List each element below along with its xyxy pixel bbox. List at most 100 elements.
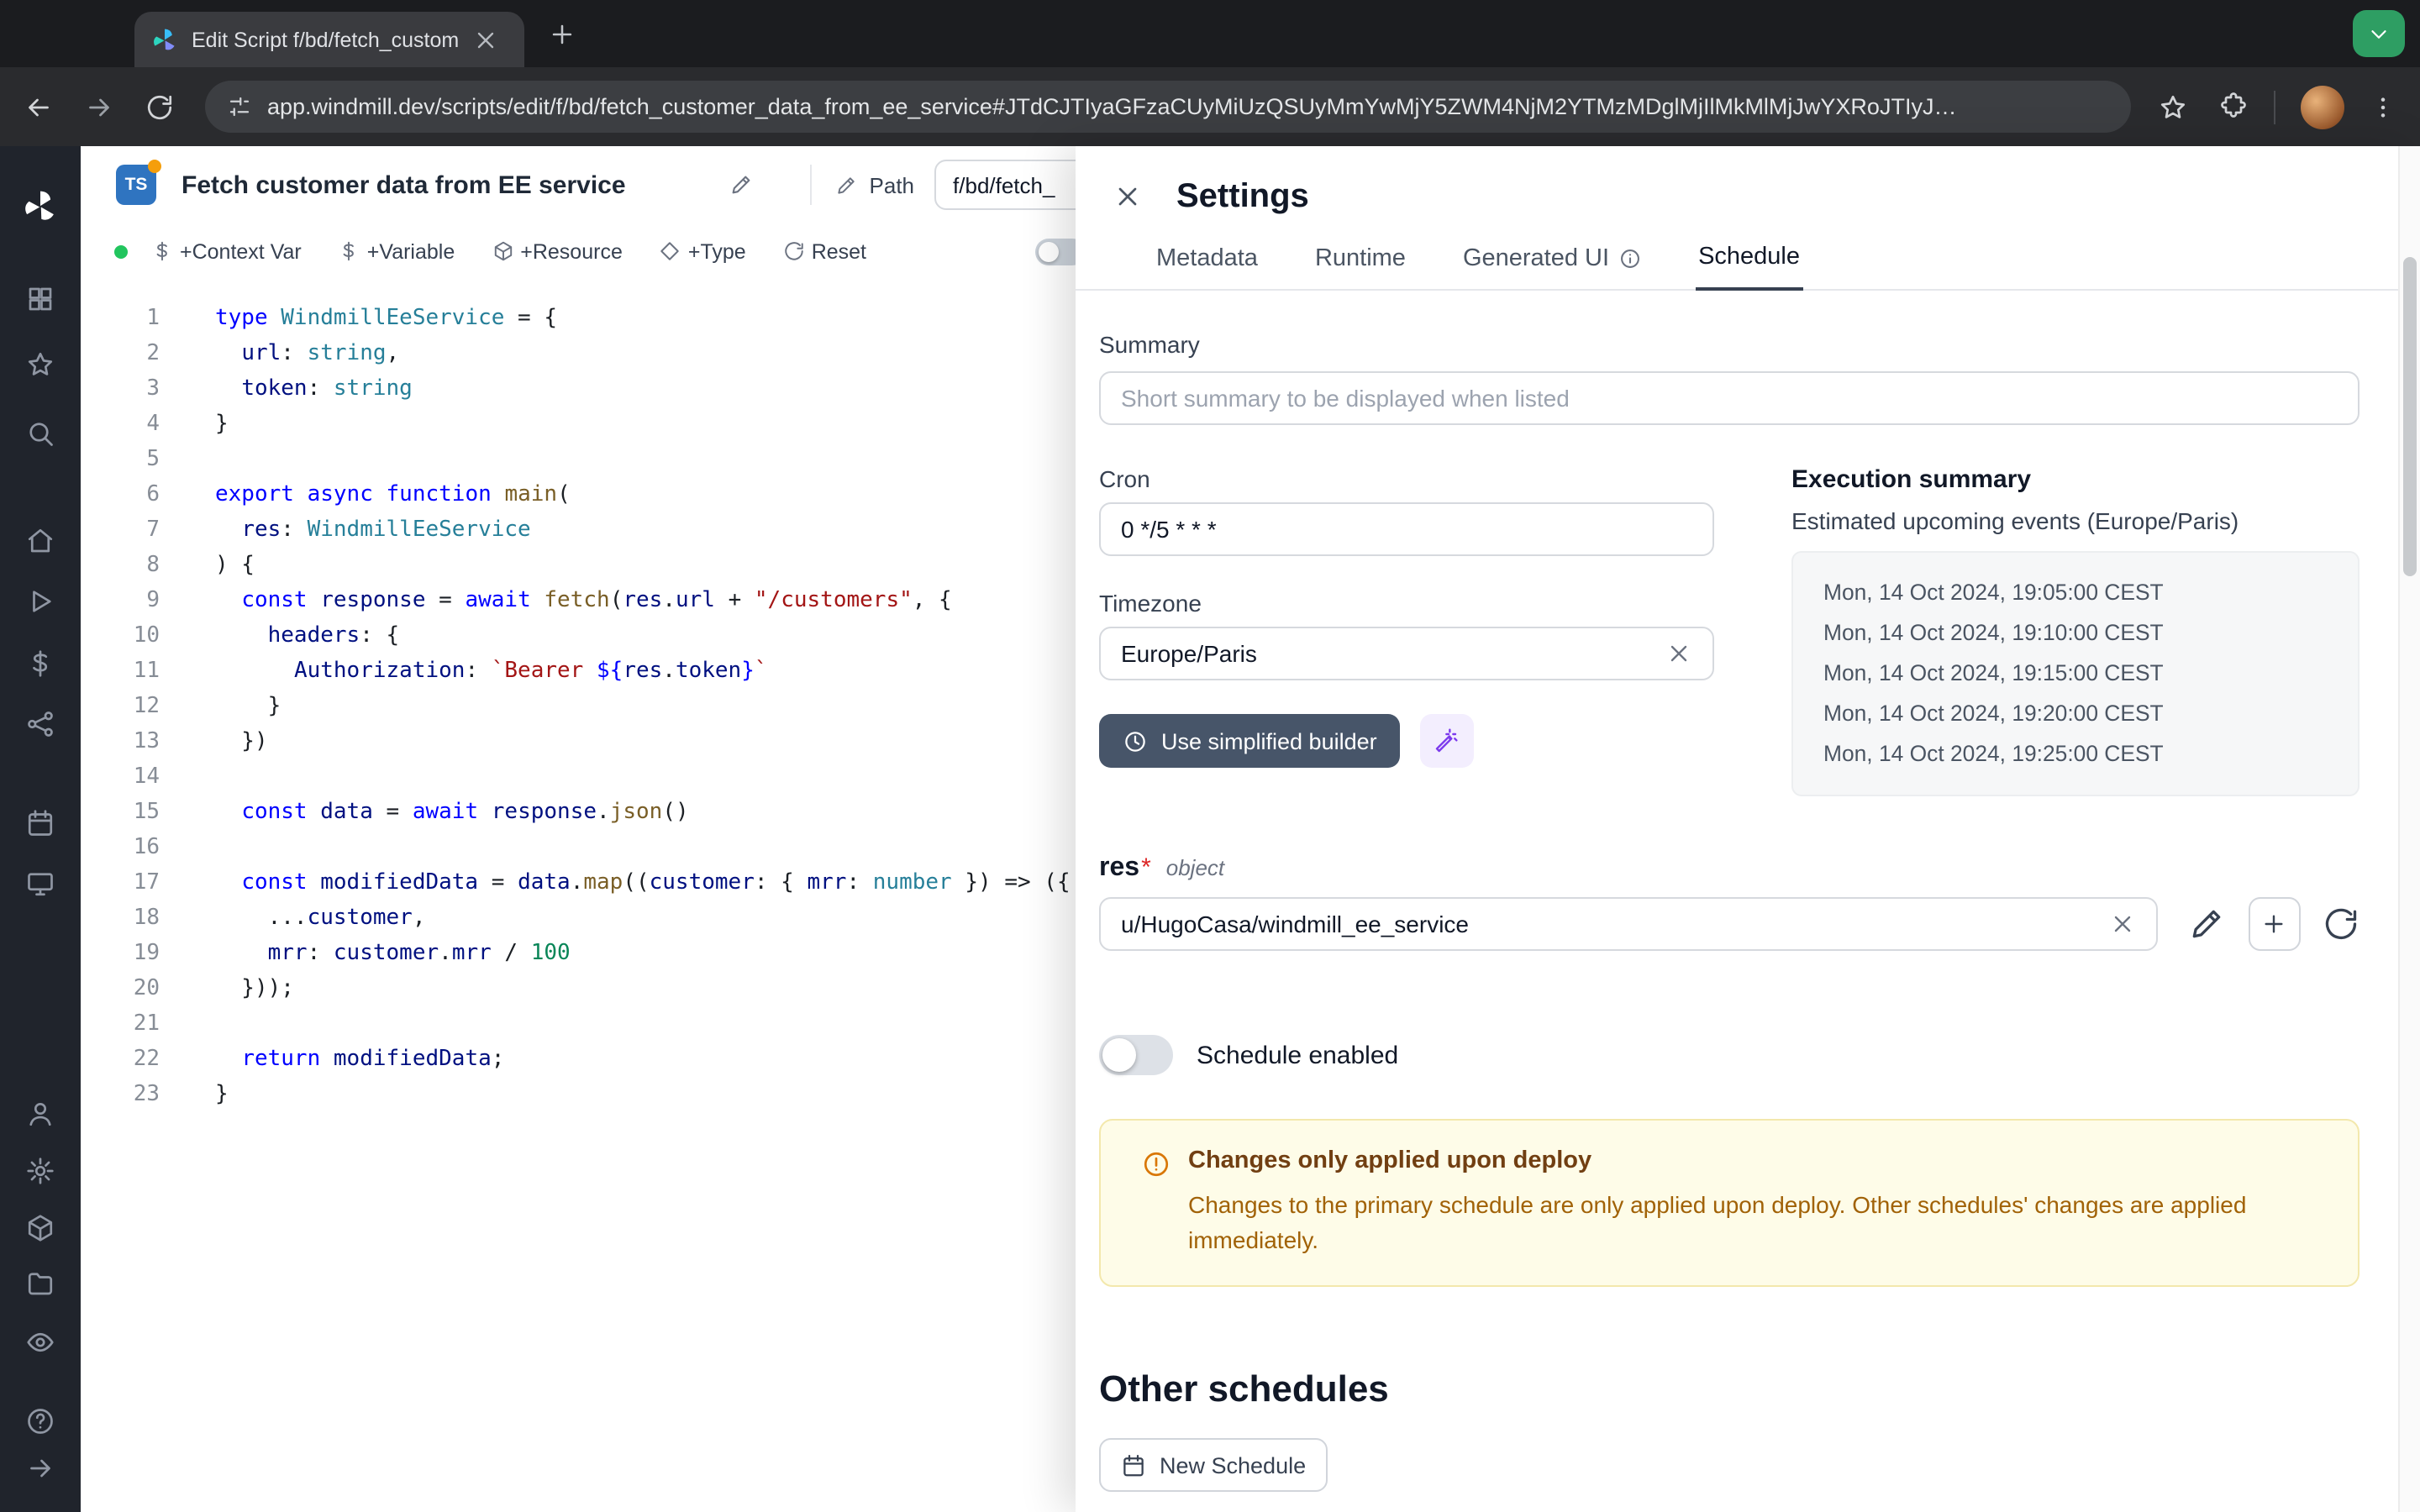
box-icon <box>492 240 513 262</box>
line-number: 10 <box>81 618 160 654</box>
url-text: app.windmill.dev/scripts/edit/f/bd/fetch… <box>267 94 1956 119</box>
editor-toolbar-items: +Context Var +Variable +Resource +Type <box>151 239 783 263</box>
pencil-icon <box>836 174 858 196</box>
reset-button[interactable]: Reset <box>783 239 866 263</box>
schedules-icon[interactable] <box>25 808 55 838</box>
line-number: 17 <box>81 865 160 900</box>
typescript-badge: TS <box>116 165 156 205</box>
site-info-icon[interactable] <box>227 94 252 119</box>
diamond-icon <box>660 240 681 262</box>
variables-icon[interactable] <box>25 648 55 679</box>
tab-close-icon[interactable] <box>472 26 499 53</box>
toolbar-divider <box>2274 90 2275 123</box>
windmill-favicon <box>151 26 178 53</box>
apps-icon[interactable] <box>25 284 55 314</box>
tab-runtime[interactable]: Runtime <box>1312 234 1409 289</box>
settings-header: Settings <box>1076 146 2420 220</box>
add-resource-button[interactable] <box>2248 897 2301 951</box>
simplified-builder-button[interactable]: Use simplified builder <box>1099 714 1401 768</box>
res-field-row: u/HugoCasa/windmill_ee_service <box>1099 897 2360 951</box>
tab-title: Edit Script f/bd/fetch_custom <box>192 28 459 51</box>
workspace-settings-icon[interactable] <box>25 1156 55 1186</box>
browser-tab[interactable]: Edit Script f/bd/fetch_custom <box>134 12 524 67</box>
res-field-type: object <box>1166 855 1224 880</box>
tab-schedule[interactable]: Schedule <box>1695 234 1803 291</box>
execution-summary-title: Execution summary <box>1791 465 2360 494</box>
line-number: 13 <box>81 724 160 759</box>
workspace-icon[interactable] <box>25 1213 55 1243</box>
summary-input[interactable]: Short summary to be displayed when liste… <box>1099 371 2360 425</box>
reload-button[interactable] <box>145 92 175 122</box>
extensions-icon[interactable] <box>2218 92 2249 122</box>
back-button[interactable] <box>24 92 54 122</box>
help-icon[interactable] <box>25 1406 55 1436</box>
line-number: 23 <box>81 1077 160 1112</box>
refresh-resource-button[interactable] <box>2323 906 2360 942</box>
add-resource-button[interactable]: +Resource <box>492 239 623 263</box>
favorites-icon[interactable] <box>25 349 55 380</box>
add-context-var-button[interactable]: +Context Var <box>151 239 302 263</box>
search-icon[interactable] <box>25 418 55 449</box>
upcoming-event-row: Mon, 14 Oct 2024, 19:25:00 CEST <box>1823 734 2328 774</box>
cron-column: Cron 0 */5 * * * Timezone Europe/Paris <box>1099 465 1714 796</box>
new-schedule-button[interactable]: New Schedule <box>1099 1438 1328 1492</box>
line-number: 15 <box>81 795 160 830</box>
tab-generated-ui[interactable]: Generated UI <box>1460 234 1644 289</box>
bookmark-star-icon[interactable] <box>2158 92 2188 122</box>
res-resource-input[interactable]: u/HugoCasa/windmill_ee_service <box>1099 897 2157 951</box>
summary-section: Summary Short summary to be displayed wh… <box>1099 331 2360 425</box>
settings-tabs: Metadata Runtime Generated UI Schedule <box>1076 234 2420 291</box>
timezone-input[interactable]: Europe/Paris <box>1099 627 1714 680</box>
audit-logs-icon[interactable] <box>25 1327 55 1357</box>
line-number: 11 <box>81 654 160 689</box>
collapse-sidebar-icon[interactable] <box>25 1453 55 1483</box>
panel-scrollbar[interactable] <box>2398 146 2420 1512</box>
panel-scrollbar-thumb[interactable] <box>2403 257 2417 576</box>
windmill-app: TS Fetch customer data from EE service P… <box>0 146 2420 1512</box>
browser-menu-icon[interactable] <box>2370 93 2396 120</box>
line-number: 14 <box>81 759 160 795</box>
close-settings-button[interactable] <box>1104 173 1151 220</box>
sidebar <box>0 146 81 1512</box>
summary-label: Summary <box>1099 331 2360 358</box>
home-icon[interactable] <box>25 526 55 556</box>
cron-input[interactable]: 0 */5 * * * <box>1099 502 1714 556</box>
plus-icon <box>2261 911 2288 937</box>
profile-avatar[interactable] <box>2301 85 2344 129</box>
upcoming-event-row: Mon, 14 Oct 2024, 19:20:00 CEST <box>1823 694 2328 734</box>
schedule-enabled-toggle[interactable] <box>1099 1035 1173 1075</box>
deploy-warning-body: Changes to the primary schedule are only… <box>1188 1188 2324 1258</box>
close-icon <box>1113 181 1143 212</box>
clear-resource-icon[interactable] <box>2108 911 2135 937</box>
add-type-button[interactable]: +Type <box>660 239 746 263</box>
browser-toolbar: app.windmill.dev/scripts/edit/f/bd/fetch… <box>0 67 2420 146</box>
tab-metadata[interactable]: Metadata <box>1153 234 1261 289</box>
edit-resource-button[interactable] <box>2187 906 2224 942</box>
execution-summary-subtitle: Estimated upcoming events (Europe/Paris) <box>1791 507 2360 534</box>
forward-button[interactable] <box>84 92 114 122</box>
users-icon[interactable] <box>25 1099 55 1129</box>
add-variable-button[interactable]: +Variable <box>339 239 455 263</box>
address-bar[interactable]: app.windmill.dev/scripts/edit/f/bd/fetch… <box>205 81 2131 133</box>
windmill-logo-icon[interactable] <box>22 188 59 225</box>
runs-icon[interactable] <box>25 586 55 617</box>
tab-strip: Edit Script f/bd/fetch_custom <box>0 0 2420 67</box>
screen-capture-indicator[interactable] <box>2353 10 2405 57</box>
edit-title-pencil-icon[interactable] <box>730 173 754 197</box>
execution-summary: Execution summary Estimated upcoming eve… <box>1791 465 2360 796</box>
ai-cron-button[interactable] <box>1421 714 1475 768</box>
dollar-icon <box>339 240 360 262</box>
magic-wand-icon <box>1434 727 1461 754</box>
clear-timezone-icon[interactable] <box>1665 640 1692 667</box>
line-number: 2 <box>81 336 160 371</box>
folders-icon[interactable] <box>25 1268 55 1299</box>
res-field-header: res * object <box>1099 853 2360 884</box>
line-number: 20 <box>81 971 160 1006</box>
new-tab-button[interactable] <box>548 20 576 49</box>
path-edit-button[interactable]: Path <box>836 172 915 197</box>
resources-icon[interactable] <box>25 709 55 739</box>
line-number: 4 <box>81 407 160 442</box>
calendar-icon <box>1121 1452 1146 1478</box>
dollar-icon <box>151 240 173 262</box>
workers-icon[interactable] <box>25 869 55 899</box>
